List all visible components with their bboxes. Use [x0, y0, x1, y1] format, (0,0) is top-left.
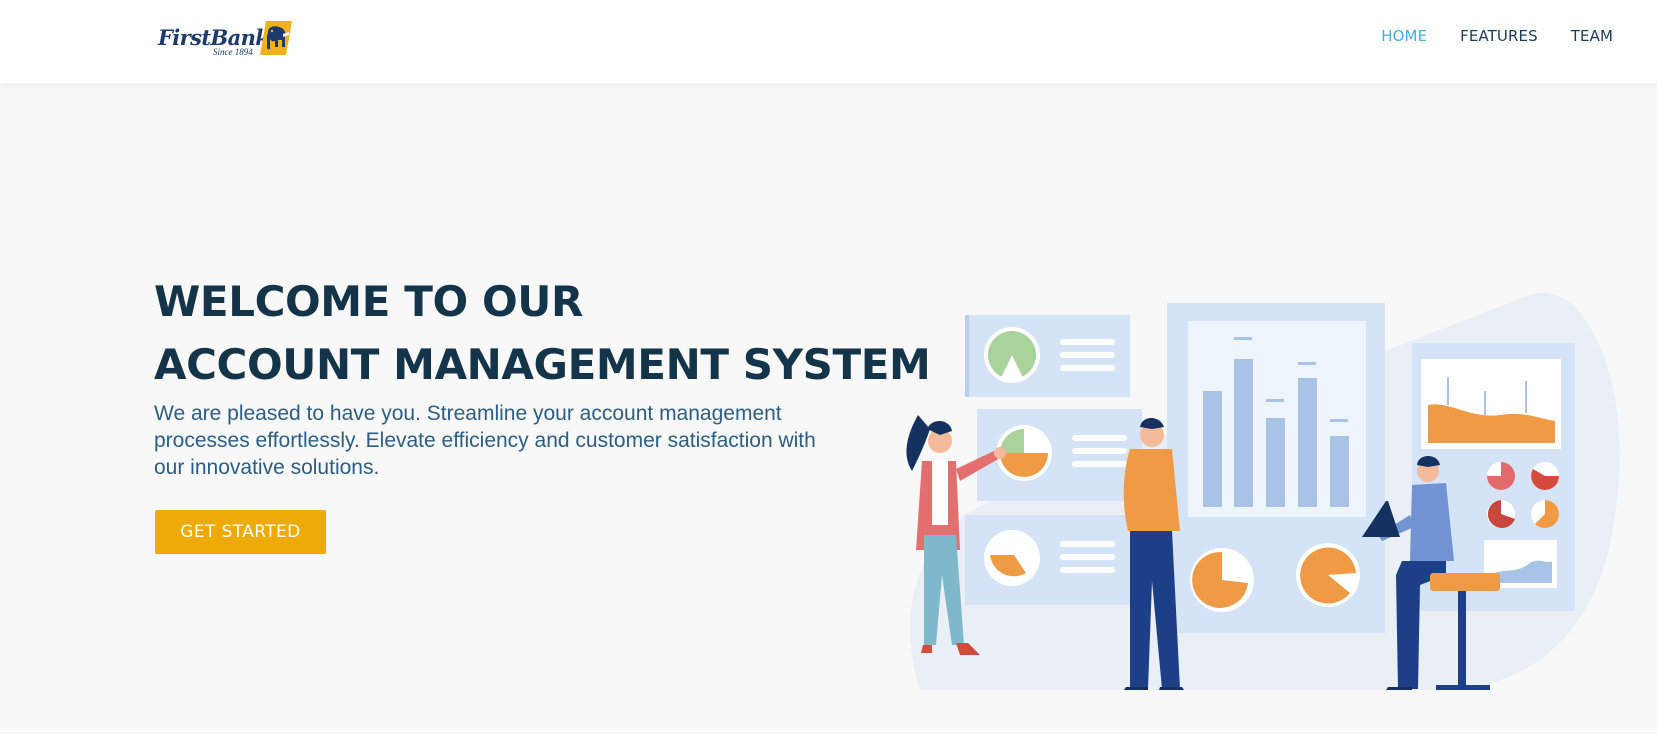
- nav-team-link[interactable]: TEAM: [1571, 27, 1613, 45]
- get-started-button[interactable]: GET STARTED: [155, 510, 326, 554]
- main-nav: HOME FEATURES TEAM: [1381, 27, 1613, 45]
- bar-chart-board: [1167, 303, 1385, 633]
- page-bottom-band: [0, 734, 1657, 747]
- team-analytics-dashboard-illustration: [906, 292, 1620, 690]
- elephant-shield-icon: [260, 21, 292, 55]
- hero-title: WELCOME TO OUR ACCOUNT MANAGEMENT SYSTEM: [154, 270, 931, 396]
- hero-title-line-2: ACCOUNT MANAGEMENT SYSTEM: [154, 340, 931, 389]
- hero-subtitle: We are pleased to have you. Streamline y…: [154, 402, 816, 479]
- firstbank-logo[interactable]: FirstBank Since 1894: [158, 20, 293, 58]
- nav-home-link[interactable]: HOME: [1381, 27, 1427, 45]
- navbar: FirstBank Since 1894 HOME FEATURES TEAM: [0, 0, 1657, 83]
- hero-title-line-1: WELCOME TO OUR: [154, 277, 583, 326]
- logo-tagline: Since 1894: [213, 47, 253, 57]
- hero-section: WELCOME TO OUR ACCOUNT MANAGEMENT SYSTEM…: [0, 83, 1657, 734]
- nav-features-link[interactable]: FEATURES: [1460, 27, 1538, 45]
